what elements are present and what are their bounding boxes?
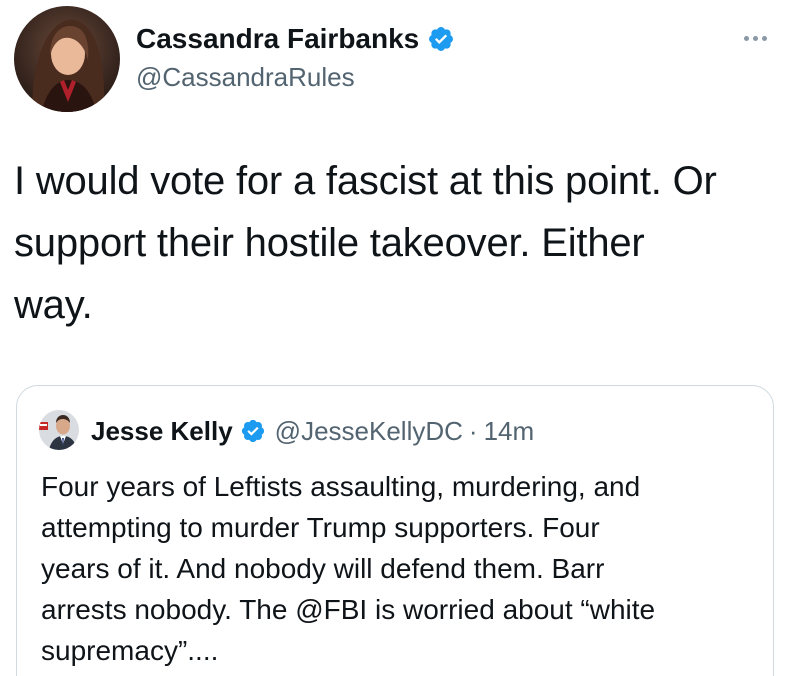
quoted-text-line: supremacy”.... — [41, 635, 219, 666]
author-name-row: Cassandra Fairbanks — [136, 22, 455, 56]
quoted-text-line: arrests nobody. The @FBI is worried abou… — [41, 594, 656, 625]
quoted-author-handle[interactable]: @JesseKellyDC — [275, 416, 463, 447]
quoted-text-line: years of it. And nobody will defend them… — [41, 553, 605, 584]
quoted-tweet-header: Jesse Kelly @JesseKellyDC · 14m — [91, 414, 534, 448]
more-options-icon[interactable] — [740, 32, 771, 45]
quoted-text-line: Four years of Leftists assaulting, murde… — [41, 471, 641, 502]
separator-dot: · — [468, 415, 478, 446]
verified-badge-icon — [427, 25, 455, 53]
verified-badge-icon — [240, 418, 266, 444]
quoted-author-name[interactable]: Jesse Kelly — [91, 416, 233, 447]
tweet-text-line: support their hostile takeover. Either — [14, 221, 645, 265]
quoted-tweet-text: Four years of Leftists assaulting, murde… — [41, 466, 761, 671]
more-dot — [762, 36, 767, 41]
more-dot — [744, 36, 749, 41]
quoted-text-line: attempting to murder Trump supporters. F… — [41, 512, 600, 543]
author-avatar[interactable] — [14, 6, 120, 112]
author-handle[interactable]: @CassandraRules — [136, 62, 355, 93]
tweet: Cassandra Fairbanks @CassandraRules I wo… — [0, 0, 799, 676]
tweet-text-line: way. — [14, 283, 93, 327]
quoted-tweet-timestamp[interactable]: 14m — [484, 416, 535, 447]
quoted-tweet-card[interactable]: Jesse Kelly @JesseKellyDC · 14m Four yea… — [16, 385, 774, 676]
tweet-text: I would vote for a fascist at this point… — [14, 150, 784, 336]
tweet-text-line: I would vote for a fascist at this point… — [14, 159, 717, 203]
author-name[interactable]: Cassandra Fairbanks — [136, 23, 419, 55]
more-dot — [753, 36, 758, 41]
quoted-author-avatar[interactable] — [39, 410, 79, 450]
